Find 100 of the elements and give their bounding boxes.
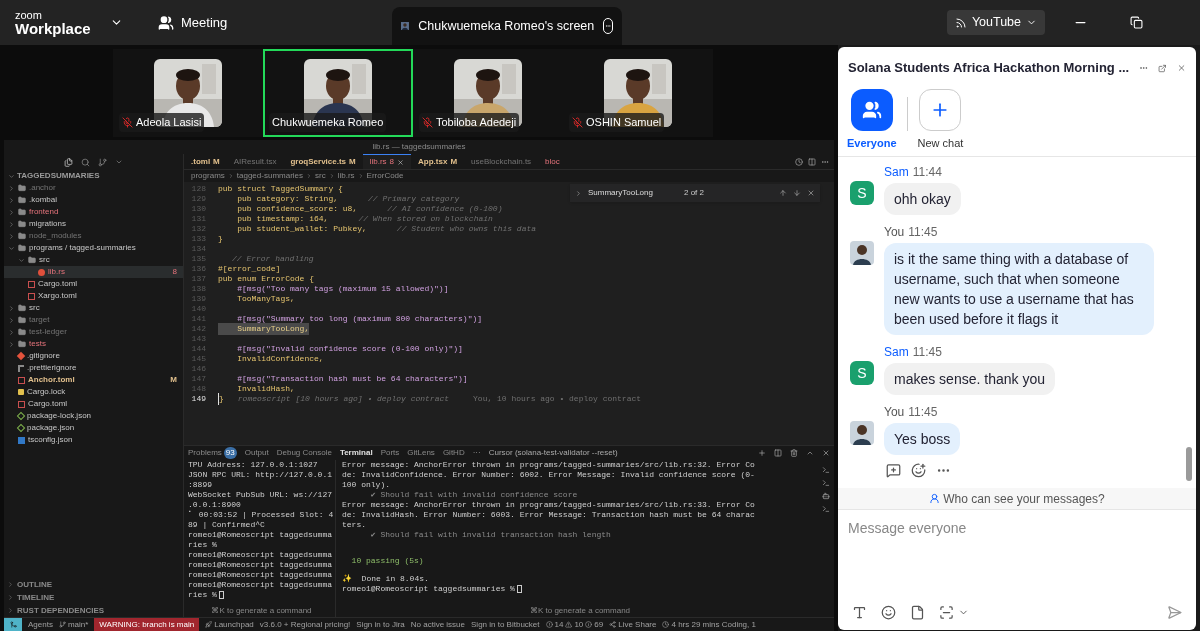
status-item[interactable]: No active issue (410, 618, 465, 631)
breadcrumb-item[interactable]: tagged-summaries (236, 170, 304, 182)
explorer-item[interactable]: Anchor.toml M (4, 374, 183, 386)
delete-icon[interactable] (790, 449, 798, 457)
editor-tab[interactable]: .toml M (184, 154, 227, 169)
sender-name: You (884, 404, 905, 421)
explorer-item[interactable]: Cargo.toml (4, 398, 183, 410)
explorer-item[interactable]: programs / tagged-summaries (4, 242, 183, 254)
folder-icon (18, 196, 26, 204)
close-icon[interactable] (397, 158, 405, 166)
explorer-item[interactable]: Cargo.lock (4, 386, 183, 398)
panel-tab[interactable]: GitLens (407, 447, 435, 459)
agent-icon[interactable] (822, 492, 830, 500)
code-text: SummaryTooLong, (218, 323, 310, 335)
panel-section[interactable]: RUST DEPENDENCIES (4, 604, 183, 617)
youtube-button[interactable]: YouTube (946, 10, 1045, 35)
format-icon[interactable] (852, 604, 867, 620)
find-field[interactable]: SummaryTooLong (588, 187, 678, 199)
code-text: #[msg("Summary too long (maximum 800 characters)")] (236, 313, 483, 325)
panel-section[interactable]: TIMELINE (4, 591, 183, 604)
explorer-icon[interactable] (64, 157, 73, 167)
explorer-item[interactable]: lib.rs 8 (4, 266, 183, 278)
explorer-item[interactable]: tests (4, 338, 183, 350)
source-control-icon[interactable] (98, 157, 107, 167)
explorer-item[interactable]: .prettierignore (4, 362, 183, 374)
explorer-item[interactable]: .anchor (4, 182, 183, 194)
explorer-item[interactable]: target (4, 314, 183, 326)
status-item[interactable]: 4 hrs 29 mins Coding, 1 (662, 618, 756, 631)
explorer-item[interactable]: tsconfig.json (4, 434, 183, 446)
panel-tab[interactable]: Problems 93 (188, 447, 237, 459)
next-match-icon[interactable] (793, 189, 801, 197)
breadcrumb-item[interactable]: ErrorCode (366, 170, 404, 182)
warning-badge[interactable]: WARNING: branch is main (94, 618, 200, 631)
explorer-item[interactable]: node_modules (4, 230, 183, 242)
find-count: 2 of 2 (684, 187, 705, 199)
status-item[interactable]: v3.6.0 + Regional pricing! (259, 618, 351, 631)
terminal-title[interactable]: Cursor (solana-test-validator --reset) (488, 447, 618, 459)
previous-match-icon[interactable] (779, 189, 787, 197)
remote-button[interactable] (4, 618, 22, 631)
explorer-item[interactable]: Cargo.toml (4, 278, 183, 290)
editor-tab[interactable]: lib.rs 8 (362, 154, 412, 169)
explorer-item[interactable]: src (4, 302, 183, 314)
explorer-item[interactable]: frontend (4, 206, 183, 218)
explorer-item[interactable]: migrations (4, 218, 183, 230)
status-item[interactable]: main* (58, 618, 89, 631)
panel-tab[interactable]: Ports (380, 447, 400, 459)
panel-section[interactable]: OUTLINE (4, 578, 183, 591)
status-item[interactable]: Live Share (609, 618, 657, 631)
split-editor-icon[interactable] (808, 157, 816, 166)
terminal-cursor (218, 591, 224, 599)
editor-tab[interactable]: bloc (538, 154, 567, 169)
search-icon[interactable] (81, 157, 90, 167)
terminal-icon[interactable] (822, 505, 830, 513)
explorer-item[interactable]: test-ledger (4, 326, 183, 338)
close-icon[interactable] (807, 189, 815, 197)
close-icon[interactable] (822, 449, 830, 457)
reply-icon[interactable] (886, 463, 901, 478)
panel-tab[interactable]: Terminal (339, 447, 373, 459)
lock-file-icon (18, 389, 24, 395)
status-item[interactable]: Sign in to Bitbucket (471, 618, 540, 631)
editor-tab[interactable]: groqService.ts M (283, 154, 363, 169)
breadcrumb-item[interactable]: lib.rs (337, 170, 355, 182)
message-time: 11:45 (912, 344, 942, 361)
clock-icon (662, 621, 670, 628)
explorer-item[interactable]: .kombai (4, 194, 183, 206)
message-bubble: ohh okay (884, 183, 961, 215)
file-name: package.json (27, 422, 76, 434)
screenshot-icon[interactable] (939, 604, 954, 620)
panel-tab[interactable]: Debug Console (276, 447, 332, 459)
terminal-icon[interactable] (822, 479, 830, 487)
split-terminal-icon[interactable] (774, 449, 782, 457)
screen-share-tab[interactable]: Chukwuemeka Romeo's screen (392, 7, 623, 45)
explorer-item[interactable]: src (4, 254, 183, 266)
terminal-icon[interactable] (822, 466, 830, 474)
add-icon[interactable] (758, 449, 766, 457)
meeting-button[interactable]: Meeting (158, 12, 228, 33)
explorer-item[interactable]: package-lock.json (4, 410, 183, 422)
explorer-item[interactable]: Xargo.toml (4, 290, 183, 302)
breadcrumb-item[interactable]: programs (191, 170, 225, 182)
emoji-icon[interactable] (881, 604, 896, 620)
status-item[interactable]: Sign in to Jira (356, 618, 405, 631)
explorer-item[interactable]: .gitignore (4, 350, 183, 362)
explorer-item[interactable]: package.json (4, 422, 183, 434)
add-reaction-icon[interactable] (911, 463, 926, 478)
terminal-line: ✨ Done in 8.04s. (342, 574, 429, 584)
panel-tab[interactable]: Output (244, 447, 269, 459)
editor-tab[interactable]: App.tsx M (411, 154, 465, 169)
message-field[interactable]: Message everyone (838, 510, 1196, 594)
status-item[interactable]: Agents (28, 618, 53, 631)
restore-icon[interactable] (1130, 16, 1143, 29)
problems-status[interactable]: 14 10 69 (545, 618, 604, 631)
breadcrumb-item[interactable]: src (315, 170, 326, 182)
terminal-line: JSON RPC URL: http://127.0.0.1 (188, 470, 333, 480)
send-icon[interactable] (1167, 604, 1182, 620)
panel-tab[interactable]: GitHD (442, 447, 465, 459)
status-item[interactable]: Launchpad (205, 618, 254, 631)
panel-tab[interactable]: ··· (472, 447, 481, 459)
maximize-icon[interactable] (806, 449, 814, 457)
file-icon[interactable] (910, 604, 925, 620)
history-icon[interactable] (795, 157, 803, 166)
